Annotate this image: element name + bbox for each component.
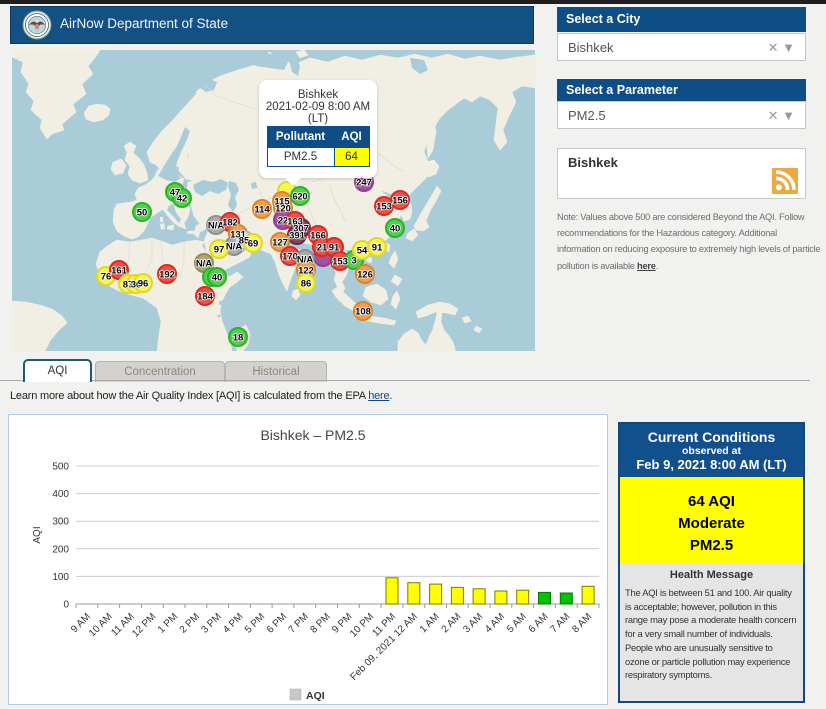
svg-text:200: 200 <box>52 544 69 555</box>
svg-text:100: 100 <box>52 572 69 583</box>
svg-text:247: 247 <box>356 178 372 189</box>
svg-text:18: 18 <box>233 333 244 344</box>
svg-text:3 AM: 3 AM <box>461 611 485 635</box>
svg-text:97: 97 <box>214 245 225 256</box>
svg-text:21: 21 <box>317 243 328 254</box>
svg-text:54: 54 <box>357 246 368 257</box>
svg-text:120: 120 <box>275 204 291 215</box>
svg-text:7 AM: 7 AM <box>549 611 573 635</box>
svg-text:7 PM: 7 PM <box>287 611 311 635</box>
svg-text:12 PM: 12 PM <box>130 611 158 639</box>
svg-text:5 PM: 5 PM <box>243 611 267 635</box>
svg-text:10 PM: 10 PM <box>348 611 376 639</box>
svg-text:96: 96 <box>138 279 149 290</box>
svg-text:AQI: AQI <box>32 526 43 543</box>
svg-text:N/A: N/A <box>196 259 213 270</box>
svg-text:10 AM: 10 AM <box>87 611 115 639</box>
svg-text:4 PM: 4 PM <box>221 611 245 635</box>
svg-text:300: 300 <box>52 517 69 528</box>
svg-text:50: 50 <box>137 208 148 219</box>
svg-text:108: 108 <box>355 307 371 318</box>
svg-text:170: 170 <box>282 252 298 263</box>
svg-text:86: 86 <box>301 279 312 290</box>
svg-text:2 PM: 2 PM <box>178 611 202 635</box>
svg-text:40: 40 <box>390 224 401 235</box>
svg-text:Bishkek – PM2.5: Bishkek – PM2.5 <box>260 427 365 443</box>
svg-text:114: 114 <box>254 205 270 216</box>
svg-text:3: 3 <box>351 256 356 267</box>
svg-text:391: 391 <box>289 231 306 242</box>
svg-text:76: 76 <box>101 272 112 283</box>
svg-text:4 AM: 4 AM <box>483 611 507 635</box>
svg-text:69: 69 <box>248 239 259 250</box>
svg-text:126: 126 <box>357 270 373 281</box>
svg-text:153: 153 <box>332 257 348 268</box>
svg-text:122: 122 <box>298 266 314 277</box>
svg-text:166: 166 <box>310 231 326 242</box>
svg-text:AQI: AQI <box>306 690 325 702</box>
svg-text:1 AM: 1 AM <box>418 611 442 635</box>
svg-text:8 AM: 8 AM <box>570 611 594 635</box>
svg-text:0: 0 <box>63 600 69 611</box>
svg-text:161: 161 <box>111 266 128 277</box>
svg-text:184: 184 <box>197 292 214 303</box>
svg-text:192: 192 <box>159 270 175 281</box>
svg-text:3 PM: 3 PM <box>199 611 223 635</box>
svg-text:2 AM: 2 AM <box>440 611 464 635</box>
svg-text:N/A: N/A <box>297 255 314 266</box>
svg-text:91: 91 <box>372 243 383 254</box>
svg-text:8 PM: 8 PM <box>308 611 332 635</box>
svg-text:127: 127 <box>272 238 288 249</box>
svg-text:6 PM: 6 PM <box>265 611 289 635</box>
svg-text:1 PM: 1 PM <box>156 611 180 635</box>
svg-text:40: 40 <box>212 273 223 284</box>
svg-text:400: 400 <box>52 489 69 500</box>
svg-text:156: 156 <box>392 196 408 207</box>
svg-text:153: 153 <box>376 202 392 213</box>
svg-text:6 AM: 6 AM <box>527 611 551 635</box>
svg-text:42: 42 <box>177 194 188 205</box>
svg-text:182: 182 <box>222 218 238 229</box>
svg-text:5 AM: 5 AM <box>505 611 529 635</box>
svg-text:91: 91 <box>329 243 340 254</box>
svg-text:500: 500 <box>52 462 69 473</box>
